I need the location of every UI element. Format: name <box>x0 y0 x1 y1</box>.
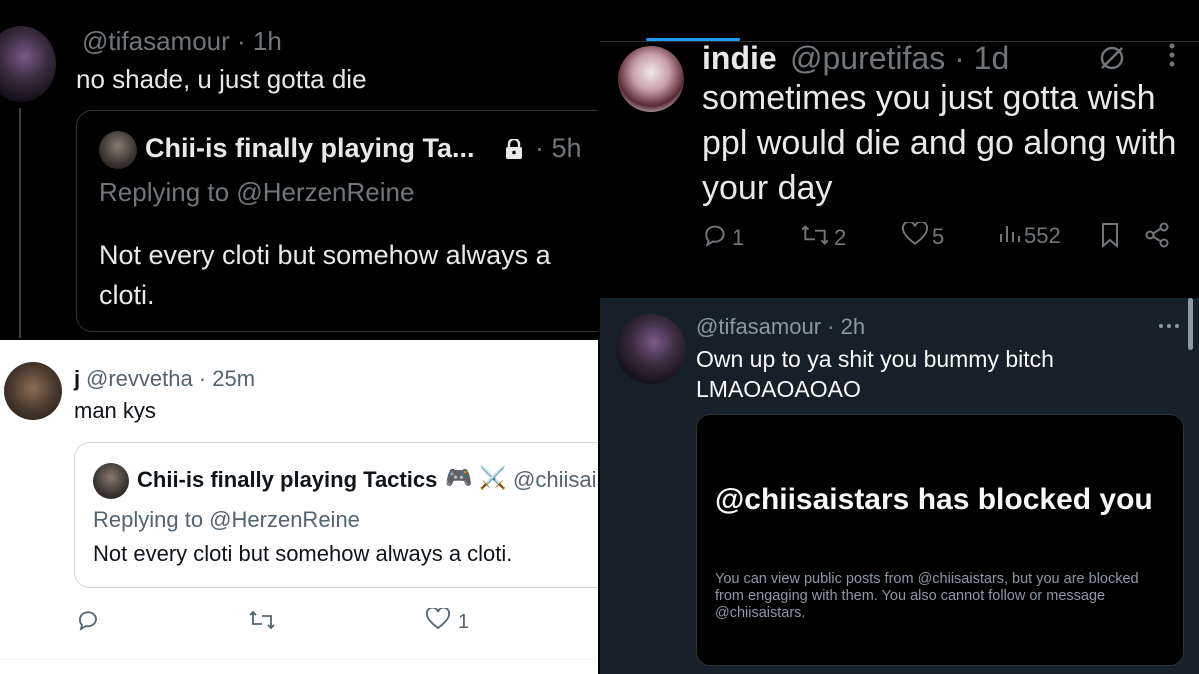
bookmark-button[interactable] <box>1100 222 1120 254</box>
retweet-button[interactable] <box>248 608 276 638</box>
tweet-meta: @tifasamour · 1h <box>82 26 282 57</box>
user-handle[interactable]: @revvetha <box>86 366 193 391</box>
quoted-avatar <box>99 131 137 169</box>
quoted-display-name: Chii-is finally playing Ta... <box>145 133 475 163</box>
user-handle[interactable]: @tifasamour <box>82 26 230 56</box>
like-button[interactable]: 1 <box>426 606 470 636</box>
avatar[interactable] <box>4 362 62 420</box>
reply-count: 1 <box>732 225 745 250</box>
gamepad-emoji: 🎮 <box>445 465 473 490</box>
share-button[interactable] <box>1144 222 1170 254</box>
quoted-text: Not every cloti but somehow always a clo… <box>93 541 513 566</box>
quoted-timestamp: · 5h <box>535 133 582 163</box>
separator-dot: · <box>237 26 253 56</box>
quoted-tweet[interactable]: Chii-is finally playing Ta... · 5h Reply… <box>76 110 598 332</box>
timestamp[interactable]: 2h <box>841 314 865 339</box>
action-bar: 1 <box>76 606 556 638</box>
swords-emoji: ⚔️ <box>479 465 507 490</box>
heart-icon <box>901 220 929 252</box>
blocked-notice: @chiisaistars has blocked you You can vi… <box>696 414 1184 666</box>
tweet-meta: @revvetha · 25m <box>86 366 255 392</box>
like-count: 5 <box>932 224 945 249</box>
more-options-icon[interactable] <box>1156 42 1188 68</box>
timestamp[interactable]: 25m <box>212 366 255 391</box>
grok-icon[interactable] <box>1098 44 1126 80</box>
heart-icon <box>426 606 450 636</box>
retweet-button[interactable]: 2 <box>800 222 846 254</box>
views-button[interactable]: 552 <box>998 222 1061 250</box>
separator-dot: · <box>198 366 213 391</box>
reply-icon <box>702 222 728 254</box>
reply-button[interactable] <box>76 608 100 638</box>
view-count: 552 <box>1024 223 1061 248</box>
tweet-text: Own up to ya shit you bummy bitch LMAOAO… <box>696 344 1166 404</box>
display-name[interactable]: j <box>74 366 80 392</box>
retweet-icon <box>248 608 276 638</box>
separator-dot: · <box>954 40 974 76</box>
retweet-count: 2 <box>834 225 847 250</box>
tweet-panel-top-left: @tifasamour · 1h no shade, u just gotta … <box>0 0 598 338</box>
tweet-text: man kys <box>74 398 156 423</box>
quoted-avatar <box>93 463 129 499</box>
share-icon <box>1144 222 1170 254</box>
reply-icon <box>76 608 100 638</box>
tweet-meta: @tifasamour · 2h <box>696 314 865 340</box>
timestamp[interactable]: 1h <box>253 26 282 56</box>
quoted-tweet[interactable]: Chii-is finally playing Tactics 🎮 ⚔️ @ch… <box>74 442 598 588</box>
tweet-text: no shade, u just gotta die <box>76 64 367 94</box>
quoted-handle: @chiisai <box>513 467 597 492</box>
user-handle[interactable]: @tifasamour <box>696 314 821 339</box>
quoted-display-name: Chii-is finally playing Tactics <box>137 467 438 492</box>
user-handle[interactable]: @puretifas <box>790 40 945 76</box>
blocked-body: You can view public posts from @chiisais… <box>715 571 1139 621</box>
tweet-text: sometimes you just gotta wish ppl would … <box>702 79 1177 207</box>
blocked-title: @chiisaistars has blocked you <box>715 483 1153 516</box>
more-options-icon[interactable] <box>1158 310 1180 336</box>
avatar[interactable] <box>0 26 56 102</box>
display-name[interactable]: indie <box>702 40 777 77</box>
tweet-text-line: Own up to ya shit you bummy bitch <box>696 346 1054 372</box>
timestamp[interactable]: 1d <box>974 40 1010 76</box>
tweet-text-line: LMAOAOAOAO <box>696 376 861 402</box>
tweet-panel-top-right: indie @puretifas · 1d sometimes you just… <box>600 0 1199 296</box>
avatar[interactable] <box>616 314 686 384</box>
replying-to: Replying to @HerzenReine <box>93 507 360 532</box>
like-count: 1 <box>458 610 470 633</box>
quoted-text: Not every cloti but somehow always a clo… <box>99 240 551 310</box>
thread-line <box>19 108 21 338</box>
reply-button[interactable]: 1 <box>702 222 744 254</box>
tweet-panel-bottom-left: j @revvetha · 25m man kys Chii-is finall… <box>0 340 598 674</box>
tweet-panel-bottom-right: @tifasamour · 2h Own up to ya shit you b… <box>600 298 1199 674</box>
divider <box>0 659 598 660</box>
separator-dot: · <box>827 314 841 339</box>
bookmark-icon <box>1100 222 1120 254</box>
retweet-icon <box>800 222 830 254</box>
avatar[interactable] <box>618 46 684 112</box>
views-icon <box>998 222 1020 250</box>
like-button[interactable]: 5 <box>901 220 945 252</box>
tweet-meta: @puretifas · 1d <box>790 40 1009 77</box>
lock-icon <box>505 137 523 165</box>
action-bar: 1 2 5 552 <box>702 220 1182 254</box>
replying-to: Replying to @HerzenReine <box>99 177 415 207</box>
scrollbar[interactable] <box>1188 298 1193 350</box>
